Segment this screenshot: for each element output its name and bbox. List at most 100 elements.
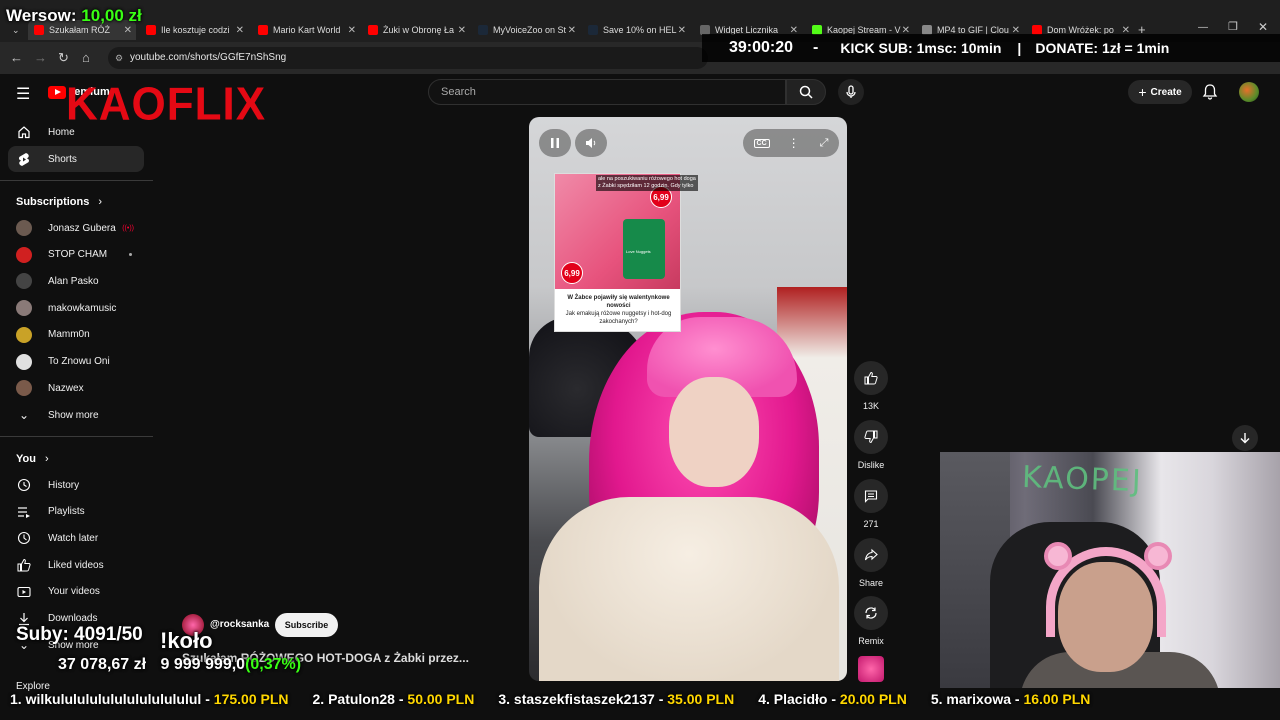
goal-current: 37 078,67 zł xyxy=(58,656,147,673)
tab-favicon xyxy=(588,25,598,35)
volume-button[interactable] xyxy=(575,129,607,157)
close-window-button[interactable]: ✕ xyxy=(1258,20,1268,34)
subscriptions-heading[interactable]: Subscriptions › xyxy=(16,196,102,208)
subscription-avatar xyxy=(16,246,32,263)
sidebar-item-shorts[interactable]: Shorts xyxy=(8,146,144,172)
dislike-action[interactable]: Dislike xyxy=(854,420,888,470)
subscription-item[interactable]: makowkamusic xyxy=(8,295,144,321)
voice-search-button[interactable] xyxy=(838,79,864,105)
close-tab-icon[interactable]: ✕ xyxy=(236,25,244,36)
ad-price-tag: 6,99 xyxy=(561,262,583,284)
you-item[interactable]: Your videos xyxy=(8,579,144,605)
browser-tab[interactable]: Save 10% on HEL ✕ xyxy=(582,20,690,40)
you-item-label: History xyxy=(48,479,80,491)
remix-button[interactable] xyxy=(854,596,888,630)
maximize-button[interactable]: ❐ xyxy=(1228,20,1238,33)
share-action[interactable]: Share xyxy=(854,538,888,588)
channel-name[interactable]: @rocksanka xyxy=(210,619,269,630)
close-tab-icon[interactable]: ✕ xyxy=(124,25,132,36)
subscription-item[interactable]: Nazwex xyxy=(8,375,144,401)
webcam-neon-sign: KAOPEJ xyxy=(1021,459,1144,500)
next-short-button[interactable] xyxy=(1232,425,1258,451)
like-action[interactable]: 13K xyxy=(854,361,888,411)
reload-button[interactable]: ↻ xyxy=(58,50,69,66)
subscription-item[interactable]: Mamm0n xyxy=(8,322,144,348)
subscribe-button[interactable]: Subscribe xyxy=(275,613,338,637)
arrow-down-icon xyxy=(1240,433,1250,444)
you-item[interactable]: History xyxy=(8,472,144,498)
share-button[interactable] xyxy=(854,538,888,572)
ticker-entry: 3. staszekfistaszek2137 - 35.00 PLN xyxy=(498,691,735,707)
search-placeholder: Search xyxy=(441,86,476,98)
create-button[interactable]: + Create xyxy=(1128,80,1192,104)
fullscreen-icon[interactable]: ⤢ xyxy=(820,137,829,150)
player-top-controls: CC ⋮ ⤢ xyxy=(743,129,839,157)
subscription-avatar xyxy=(16,326,32,343)
volume-icon xyxy=(586,138,596,148)
comments-button[interactable] xyxy=(854,479,888,513)
close-tab-icon[interactable]: ✕ xyxy=(678,25,686,36)
kick-sub-rate: KICK SUB: 1msc: 10min xyxy=(840,40,1002,56)
donation-amount: 175.00 PLN xyxy=(213,691,289,707)
dislike-label: Dislike xyxy=(857,460,885,470)
goal-percent: (0,37%) xyxy=(245,656,302,673)
sidebar-item-home[interactable]: Home xyxy=(8,119,144,145)
dislike-button[interactable] xyxy=(854,420,888,454)
comment-count: 271 xyxy=(863,519,879,529)
site-info-icon[interactable]: ⚙ xyxy=(115,47,123,69)
subscription-item[interactable]: Jonasz Gubera ((•)) xyxy=(8,215,144,241)
you-item-label: Your videos xyxy=(48,586,100,598)
wheel-command: !koło xyxy=(160,628,213,653)
account-avatar[interactable] xyxy=(1239,82,1259,102)
minimize-button[interactable]: — xyxy=(1198,22,1208,33)
you-item[interactable]: Playlists xyxy=(8,499,144,525)
browser-tab[interactable]: MyVoiceZoo on St ✕ xyxy=(472,20,580,40)
captions-icon[interactable]: CC xyxy=(753,138,770,148)
close-tab-icon[interactable]: ✕ xyxy=(568,25,576,36)
close-tab-icon[interactable]: ✕ xyxy=(458,25,466,36)
url-input[interactable]: ⚙ youtube.com/shorts/GGfE7nShSng xyxy=(108,47,708,69)
streamer-webcam: KAOPEJ xyxy=(940,452,1280,688)
forward-button[interactable]: → xyxy=(34,50,47,65)
top-donors-ticker: 1. wilkulululululululululululul - 175.00… xyxy=(0,688,1280,710)
more-options-icon[interactable]: ⋮ xyxy=(788,136,800,150)
video-subject-coat xyxy=(539,497,839,681)
subscription-avatar xyxy=(16,300,32,317)
subscription-item[interactable]: Alan Pasko xyxy=(8,268,144,294)
back-button[interactable]: ← xyxy=(10,50,23,65)
short-video-player[interactable]: Love Nuggets 6,99 6,99 W Żabce pojawiły … xyxy=(529,117,847,681)
subscription-item[interactable]: STOP CHAM xyxy=(8,242,144,268)
search-button[interactable] xyxy=(786,79,826,105)
youtube-logo-icon[interactable] xyxy=(48,86,66,99)
home-button[interactable]: ⌂ xyxy=(82,50,90,65)
remix-label: Remix xyxy=(858,636,884,646)
like-button[interactable] xyxy=(854,361,888,395)
show-more-label: Show more xyxy=(48,409,99,421)
donor-name: 3. staszekfistaszek2137 xyxy=(498,691,655,707)
pause-button[interactable] xyxy=(539,129,571,157)
show-more-subscriptions[interactable]: ⌄ Show more xyxy=(8,402,144,428)
sound-thumbnail[interactable] xyxy=(858,656,884,682)
menu-icon[interactable]: ☰ xyxy=(16,84,30,104)
donation-amount: 20.00 PLN xyxy=(839,691,907,707)
donor-name: 4. Placidło xyxy=(758,691,828,707)
tab-favicon xyxy=(258,25,268,35)
search-input[interactable]: Search xyxy=(428,79,786,105)
tab-label: Szukałam RÓŻ xyxy=(49,25,111,35)
browser-tab[interactable]: Ile kosztuje codzi ✕ xyxy=(140,20,248,40)
comments-action[interactable]: 271 xyxy=(854,479,888,529)
playlists-icon xyxy=(16,504,32,520)
close-tab-icon[interactable]: ✕ xyxy=(348,25,356,36)
donate-rate: DONATE: 1zł = 1min xyxy=(1035,40,1170,56)
you-item[interactable]: Watch later xyxy=(8,525,144,551)
browser-tab[interactable]: Mario Kart World ✕ xyxy=(252,20,360,40)
you-heading[interactable]: You › xyxy=(16,453,49,465)
tab-favicon xyxy=(34,25,44,35)
ticker-entry: 4. Placidło - 20.00 PLN xyxy=(758,691,907,707)
you-item[interactable]: Liked videos xyxy=(8,552,144,578)
browser-tab[interactable]: Żuki w Obronę Ła ✕ xyxy=(362,20,470,40)
remix-action[interactable]: Remix xyxy=(854,596,888,646)
notifications-button[interactable] xyxy=(1202,83,1218,105)
subscription-item[interactable]: To Znowu Oni xyxy=(8,349,144,375)
share-label: Share xyxy=(858,578,884,588)
